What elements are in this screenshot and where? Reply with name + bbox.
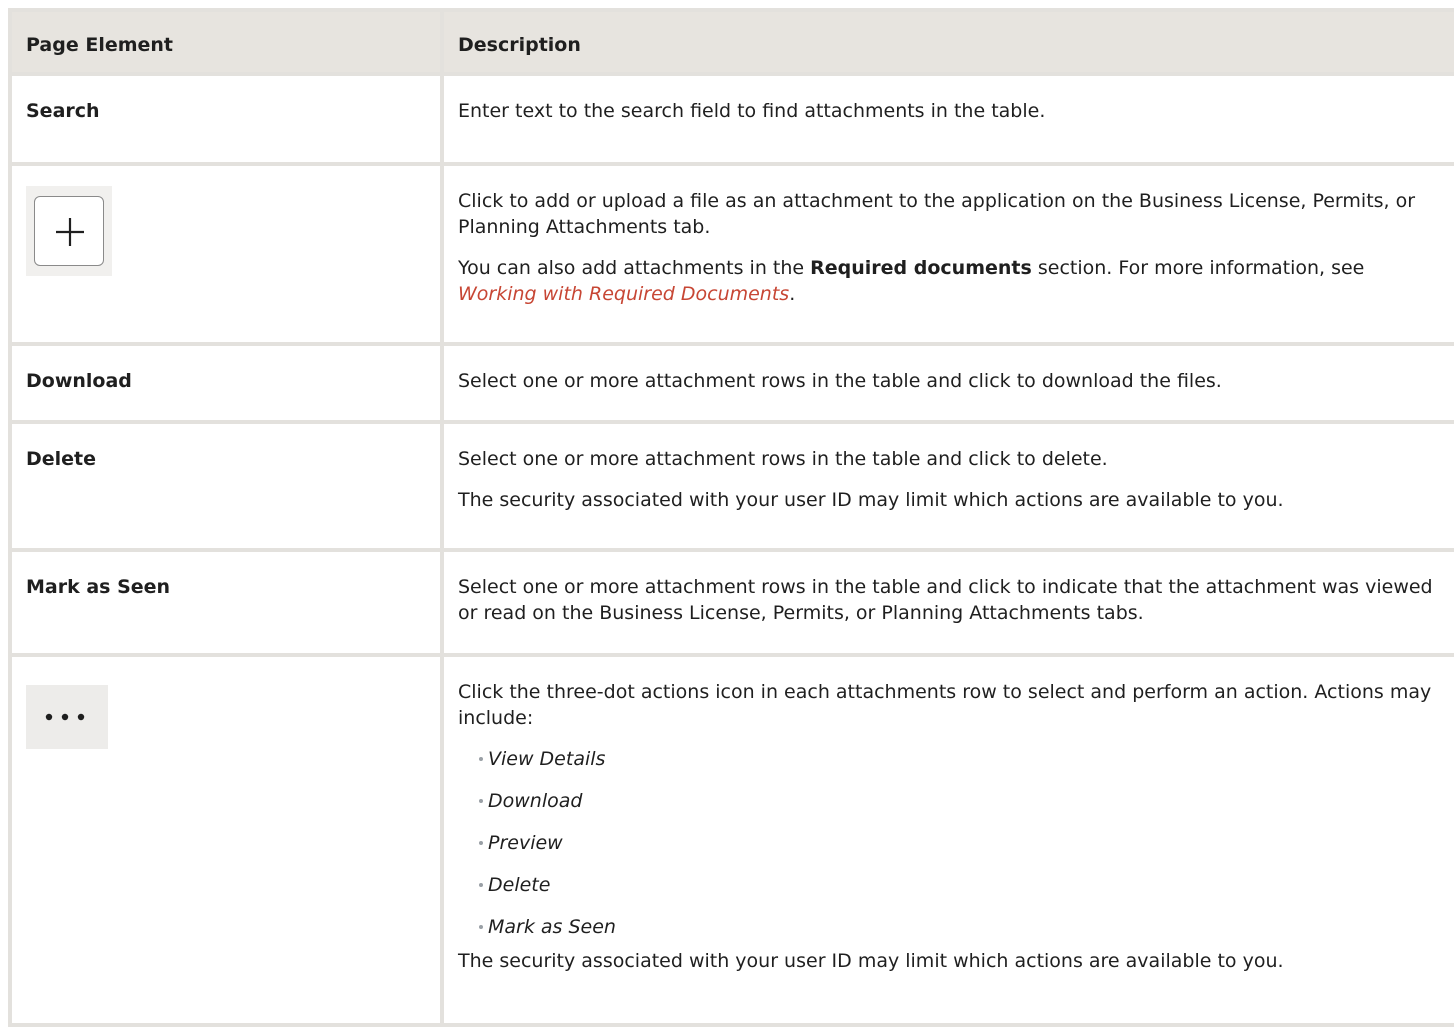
description-text: Enter text to the search field to find a… [458, 100, 1046, 122]
description-text: Select one or more attachment rows in th… [458, 576, 1433, 624]
table-row: Download Select one or more attachment r… [8, 342, 1454, 424]
element-cell: Download [8, 342, 444, 424]
description-cell: Select one or more attachment rows in th… [440, 342, 1454, 424]
header-page-element: Page Element [8, 8, 444, 76]
description-text-part: You can also add attachments in the [458, 257, 811, 279]
header-description: Description [440, 8, 1454, 76]
element-cell: Search [8, 72, 444, 166]
table-row: Click to add or upload a file as an atta… [8, 162, 1454, 346]
list-item: View Details [479, 746, 1440, 788]
description-bold-text: Required documents [810, 257, 1032, 279]
table-row: Search Enter text to the search field to… [8, 72, 1454, 166]
list-item: Download [479, 788, 1440, 830]
list-item: Preview [479, 830, 1440, 872]
description-text: Select one or more attachment rows in th… [458, 448, 1108, 470]
element-cell: Delete [8, 420, 444, 552]
list-item: Delete [479, 872, 1440, 914]
description-text: Click to add or upload a file as an atta… [458, 190, 1416, 238]
description-cell: Click to add or upload a file as an atta… [440, 162, 1454, 346]
element-label-mark-as-seen: Mark as Seen [26, 576, 171, 598]
description-text: The security associated with your user I… [458, 489, 1284, 511]
table-row: Click the three-dot actions icon in each… [8, 653, 1454, 1027]
description-cell: Enter text to the search field to find a… [440, 72, 1454, 166]
description-text-part: . [789, 283, 796, 305]
description-cell: Click the three-dot actions icon in each… [440, 653, 1454, 1027]
table-row: Delete Select one or more attachment row… [8, 420, 1454, 552]
page-elements-table: Page Element Description Search Enter te… [8, 8, 1454, 1027]
description-text: The security associated with your user I… [458, 950, 1284, 972]
description-cell: Select one or more attachment rows in th… [440, 548, 1454, 657]
three-dots-icon [45, 713, 85, 721]
element-label-search: Search [26, 100, 100, 122]
description-text: You can also add attachments in the Requ… [458, 255, 1440, 307]
element-cell [8, 162, 444, 346]
element-label-download: Download [26, 370, 132, 392]
element-cell: Mark as Seen [8, 548, 444, 657]
add-button-illustration [26, 186, 112, 276]
plus-icon [56, 218, 84, 246]
description-text-part: section. For more information, see [1031, 257, 1365, 279]
add-button [34, 196, 104, 266]
description-text: Click the three-dot actions icon in each… [458, 681, 1432, 729]
actions-button-illustration [26, 685, 108, 749]
actions-list: View Details Download Preview Delete Mar… [458, 746, 1440, 948]
working-with-required-documents-link[interactable]: Working with Required Documents [458, 283, 789, 305]
description-cell: Select one or more attachment rows in th… [440, 420, 1454, 552]
table-header-row: Page Element Description [8, 8, 1454, 76]
list-item: Mark as Seen [479, 914, 1440, 948]
element-label-delete: Delete [26, 448, 97, 470]
description-text: Select one or more attachment rows in th… [458, 370, 1222, 392]
element-cell [8, 653, 444, 1027]
table-row: Mark as Seen Select one or more attachme… [8, 548, 1454, 657]
